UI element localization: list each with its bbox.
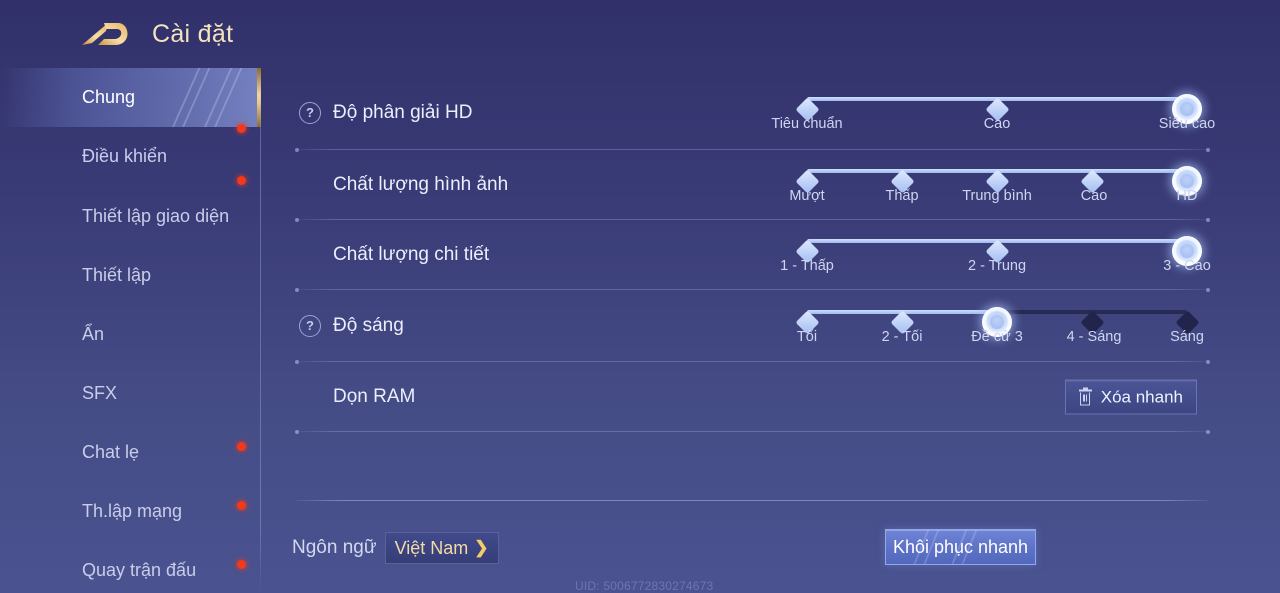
slider-option-label: 2 - Trung bbox=[967, 258, 1027, 274]
sidebar-item-label: Th.lập mạng bbox=[82, 501, 183, 521]
clear-ram-button-label: Xóa nhanh bbox=[1100, 387, 1183, 406]
chevron-pattern-icon bbox=[165, 68, 255, 127]
page-title: Cài đặt bbox=[152, 19, 234, 48]
slider-option-label: 2 - Tối bbox=[881, 329, 923, 345]
setting-label: Độ phân giải HD bbox=[333, 102, 473, 123]
setting-label: Chất lượng hình ảnh bbox=[333, 174, 509, 195]
restore-button[interactable]: Khôi phục nhanh bbox=[885, 529, 1036, 565]
slider-detail-quality[interactable]: 1 - Thấp 2 - Trung 3 - Cao bbox=[780, 228, 1211, 282]
sidebar-item-chat-le[interactable]: Chat lẹ bbox=[0, 423, 261, 482]
slider-track[interactable] bbox=[794, 236, 1202, 266]
slider-labels: Tiêu chuẩn Cao Siêu cao bbox=[771, 116, 1215, 138]
setting-row-brightness: ? Độ sáng Tối 2 - Tối Đề cử 3 4 - Sáng S… bbox=[295, 290, 1210, 364]
sidebar-item-sfx[interactable]: SFX bbox=[0, 364, 261, 423]
slider-track[interactable] bbox=[794, 94, 1202, 124]
sidebar-item-label: Chat lẹ bbox=[82, 442, 140, 462]
sidebar-item-label: Quay trận đấu bbox=[82, 560, 197, 580]
row-divider bbox=[295, 429, 1210, 434]
trash-icon bbox=[1078, 387, 1092, 405]
slider-option-label: Trung bình bbox=[962, 188, 1032, 204]
sidebar-item-thiet-lap-giao-dien[interactable]: Thiết lập giao diện bbox=[0, 176, 261, 246]
clear-ram-button[interactable]: Xóa nhanh bbox=[1064, 379, 1197, 415]
slider-option-label: Cao bbox=[1080, 188, 1108, 204]
question-mark-icon[interactable]: ? bbox=[299, 102, 321, 124]
language-select-button[interactable]: Việt Nam ❯ bbox=[384, 532, 499, 564]
setting-row-detail-quality: Chất lượng chi tiết 1 - Thấp 2 - Trung 3… bbox=[295, 220, 1211, 292]
slider-option-label: Mượt bbox=[789, 188, 825, 204]
slider-option-label: Sáng bbox=[1170, 329, 1204, 345]
question-mark-icon[interactable]: ? bbox=[299, 315, 321, 337]
sidebar-item-label: Chung bbox=[82, 87, 136, 107]
setting-label: Chất lượng chi tiết bbox=[333, 244, 490, 265]
notification-dot-icon bbox=[237, 124, 246, 133]
slider-image-quality[interactable]: Mượt Thấp Trung bình Cao HD bbox=[789, 158, 1202, 212]
sidebar-item-label: Thiết lập bbox=[82, 265, 152, 285]
sidebar-item-dieu-khien[interactable]: Điều khiển bbox=[0, 124, 261, 186]
sidebar-item-label: SFX bbox=[82, 383, 118, 403]
gold-d-logo-icon bbox=[78, 14, 136, 54]
slider-track[interactable] bbox=[794, 307, 1200, 337]
sidebar-item-thiet-lap[interactable]: Thiết lập bbox=[0, 246, 261, 305]
slider-option-label: 1 - Thấp bbox=[780, 258, 834, 274]
slider-option-label: HD bbox=[1176, 188, 1198, 204]
slider-option-label: Cao bbox=[983, 116, 1011, 132]
slider-option-label: Đề cử 3 bbox=[971, 329, 1023, 345]
slider-resolution[interactable]: Tiêu chuẩn Cao Siêu cao bbox=[771, 86, 1215, 140]
restore-button-label: Khôi phục nhanh bbox=[892, 536, 1029, 557]
setting-row-resolution: ? Độ phân giải HD Tiêu chuẩn Cao Siêu ca… bbox=[295, 76, 1215, 152]
sidebar-item-label: Ẩn bbox=[82, 324, 105, 344]
slider-option-label: Thấp bbox=[885, 188, 919, 204]
slider-labels: Mượt Thấp Trung bình Cao HD bbox=[789, 188, 1198, 210]
sidebar-item-label: Thiết lập giao diện bbox=[82, 205, 230, 226]
slider-option-label: Siêu cao bbox=[1158, 116, 1216, 132]
slider-brightness[interactable]: Tối 2 - Tối Đề cử 3 4 - Sáng Sáng bbox=[794, 299, 1204, 353]
slider-labels: Tối 2 - Tối Đề cử 3 4 - Sáng Sáng bbox=[796, 329, 1204, 351]
slider-option-label: Tối bbox=[796, 329, 818, 345]
language-selector-group: Ngôn ngữ Việt Nam ❯ bbox=[292, 532, 499, 564]
slider-option-label: 3 - Cao bbox=[1163, 258, 1211, 274]
sidebar-item-an[interactable]: Ẩn bbox=[0, 305, 261, 364]
slider-option-label: 4 - Sáng bbox=[1066, 329, 1122, 345]
language-value: Việt Nam bbox=[394, 537, 469, 558]
setting-row-image-quality: Chất lượng hình ảnh Mượt Thấp Trung bình… bbox=[295, 150, 1210, 222]
chevron-right-icon: ❯ bbox=[474, 538, 489, 557]
language-label: Ngôn ngữ bbox=[292, 537, 377, 558]
notification-dot-icon bbox=[237, 176, 246, 185]
notification-dot-icon bbox=[237, 442, 246, 451]
slider-labels: 1 - Thấp 2 - Trung 3 - Cao bbox=[780, 258, 1211, 280]
sidebar-item-label: Điều khiển bbox=[82, 146, 168, 166]
setting-label: Dọn RAM bbox=[333, 386, 416, 407]
slider-track[interactable] bbox=[794, 166, 1202, 196]
setting-row-clear-ram: Dọn RAM Xóa nhanh bbox=[295, 362, 1210, 434]
sidebar-item-chung[interactable]: Chung bbox=[0, 68, 261, 127]
uid-text: UID: 5006772830274673 bbox=[575, 579, 714, 593]
slider-option-label: Tiêu chuẩn bbox=[771, 116, 843, 132]
setting-label: Độ sáng bbox=[333, 315, 404, 336]
app-header: Cài đặt bbox=[0, 0, 1280, 68]
